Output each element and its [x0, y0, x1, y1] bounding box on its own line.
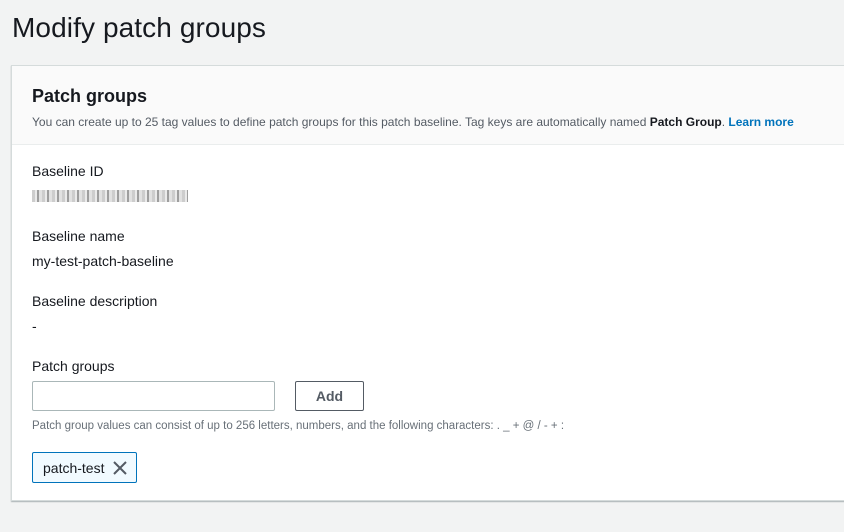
- panel-description-text: You can create up to 25 tag values to de…: [32, 115, 650, 129]
- baseline-id-value-redacted: [32, 190, 188, 202]
- token-label: patch-test: [43, 459, 105, 476]
- baseline-name-label: Baseline name: [32, 228, 125, 244]
- panel-title: Patch groups: [32, 86, 148, 106]
- add-button[interactable]: Add: [295, 381, 364, 411]
- baseline-id-field: Baseline ID: [32, 163, 844, 228]
- close-icon[interactable]: [112, 460, 128, 476]
- panel-description: You can create up to 25 tag values to de…: [32, 115, 844, 129]
- constraint-text: Patch group values can consist of up to …: [32, 420, 565, 432]
- patch-group-key-name: Patch Group: [649, 115, 722, 129]
- baseline-name-value: my-test-patch-baseline: [32, 253, 174, 269]
- patch-groups-panel: Patch groups You can create up to 25 tag…: [11, 65, 844, 501]
- patch-groups-field: Patch groups Add Patch group values can …: [32, 358, 844, 483]
- panel-body: Baseline ID Baseline name my-test-patch-…: [12, 145, 844, 483]
- page-title: Modify patch groups: [12, 12, 267, 43]
- patch-group-token: patch-test: [32, 452, 138, 483]
- baseline-description-label: Baseline description: [32, 293, 158, 309]
- learn-more-link[interactable]: Learn more: [728, 115, 793, 129]
- baseline-id-label: Baseline ID: [32, 163, 104, 179]
- panel-header: Patch groups You can create up to 25 tag…: [12, 66, 844, 145]
- baseline-description-field: Baseline description -: [32, 293, 844, 358]
- patch-group-input[interactable]: [32, 381, 275, 411]
- patch-groups-label: Patch groups: [32, 358, 115, 374]
- patch-group-input-row: Add: [32, 381, 844, 411]
- baseline-description-value: -: [32, 318, 37, 334]
- baseline-name-field: Baseline name my-test-patch-baseline: [32, 228, 844, 293]
